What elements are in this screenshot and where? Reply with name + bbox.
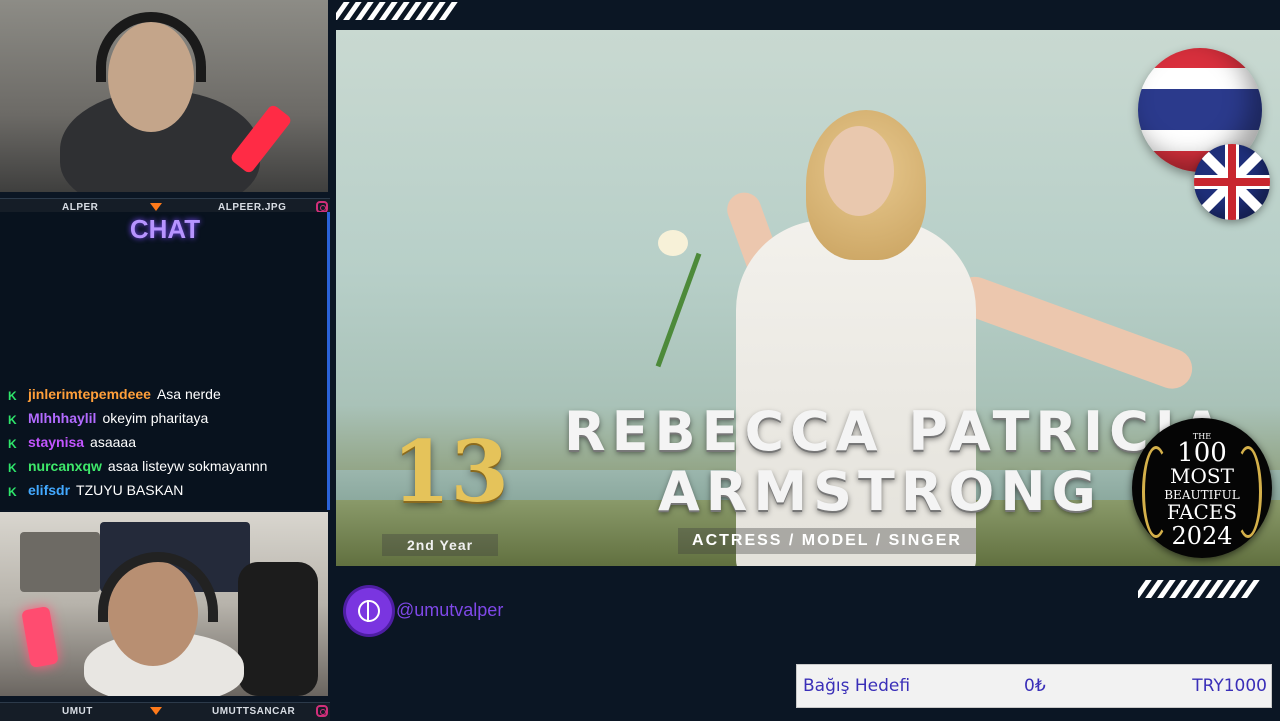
chat-text: asaaaa — [90, 434, 136, 450]
chat-text: Asa nerde — [156, 386, 221, 402]
chat-username[interactable]: elifsdr — [28, 482, 70, 498]
chat-message: K Mlhhhaylil okeyim pharitaya — [8, 410, 208, 426]
chat-username[interactable]: jinlerimtepemdeee — [28, 386, 151, 402]
decorative-stripes — [336, 2, 466, 20]
chat-text: TZUYU BASKAN — [76, 482, 184, 498]
chat-text: asaa listeyw sokmayannn — [107, 458, 268, 474]
chat-message: Kstaynisa asaaaa — [8, 434, 136, 450]
year-label: 2nd Year — [382, 534, 498, 556]
webcam-alper — [0, 0, 328, 192]
chat-message: Kelifsdr TZUYU BASKAN — [8, 482, 183, 498]
kick-badge-icon: K — [8, 413, 17, 427]
chat-username[interactable]: staynisa — [28, 434, 84, 450]
rank-number: 13 — [392, 422, 509, 521]
kick-badge-icon: K — [8, 461, 17, 475]
donation-goal: TRY1000 — [1192, 676, 1267, 696]
triangle-icon — [150, 203, 162, 211]
name-line-2: ARMSTRONG — [658, 460, 1102, 523]
donation-current: 0₺ — [1024, 676, 1046, 696]
decorative-stripes — [1138, 580, 1268, 598]
chat-message: Kjinlerimtepemdeee Asa nerde — [8, 386, 221, 402]
chat-text: okeyim pharitaya — [102, 410, 209, 426]
social-handle-text: @umutvalper — [396, 600, 504, 620]
kick-badge-icon: K — [8, 485, 17, 499]
cam-name-right: UMUTTSANCAR — [212, 706, 296, 717]
chat-message: Knurcanxqw asaa listeyw sokmayannn — [8, 458, 267, 474]
chat-title: CHAT — [129, 214, 201, 244]
webcam-name-bar-bottom: UMUT UMUTTSANCAR — [0, 702, 330, 721]
uk-flag-icon — [1194, 144, 1270, 220]
chat-username[interactable]: nurcanxqw — [28, 458, 102, 474]
globe-icon — [346, 588, 392, 634]
instagram-icon — [316, 705, 328, 717]
name-line-1: REBECCA PATRICIA — [564, 400, 1229, 463]
roles-label: ACTRESS / MODEL / SINGER — [678, 528, 976, 554]
video-player[interactable]: REBECCA PATRICIA ARMSTRONG 13 2nd Year A… — [336, 30, 1280, 566]
cam-name-left: UMUT — [62, 706, 93, 717]
donation-label: Bağış Hedefi — [803, 676, 911, 696]
100-most-beautiful-faces-logo: THE 100 MOST BEAUTIFUL FACES 2024 — [1132, 418, 1272, 558]
donation-goal-widget: Bağış Hedefi 0₺ TRY1000 — [796, 664, 1272, 708]
triangle-icon — [150, 707, 162, 715]
kick-badge-icon: K — [8, 389, 17, 403]
chat-username[interactable]: Mlhhhaylil — [28, 410, 96, 426]
kick-badge-icon: K — [8, 437, 17, 451]
webcam-umut — [0, 512, 328, 696]
